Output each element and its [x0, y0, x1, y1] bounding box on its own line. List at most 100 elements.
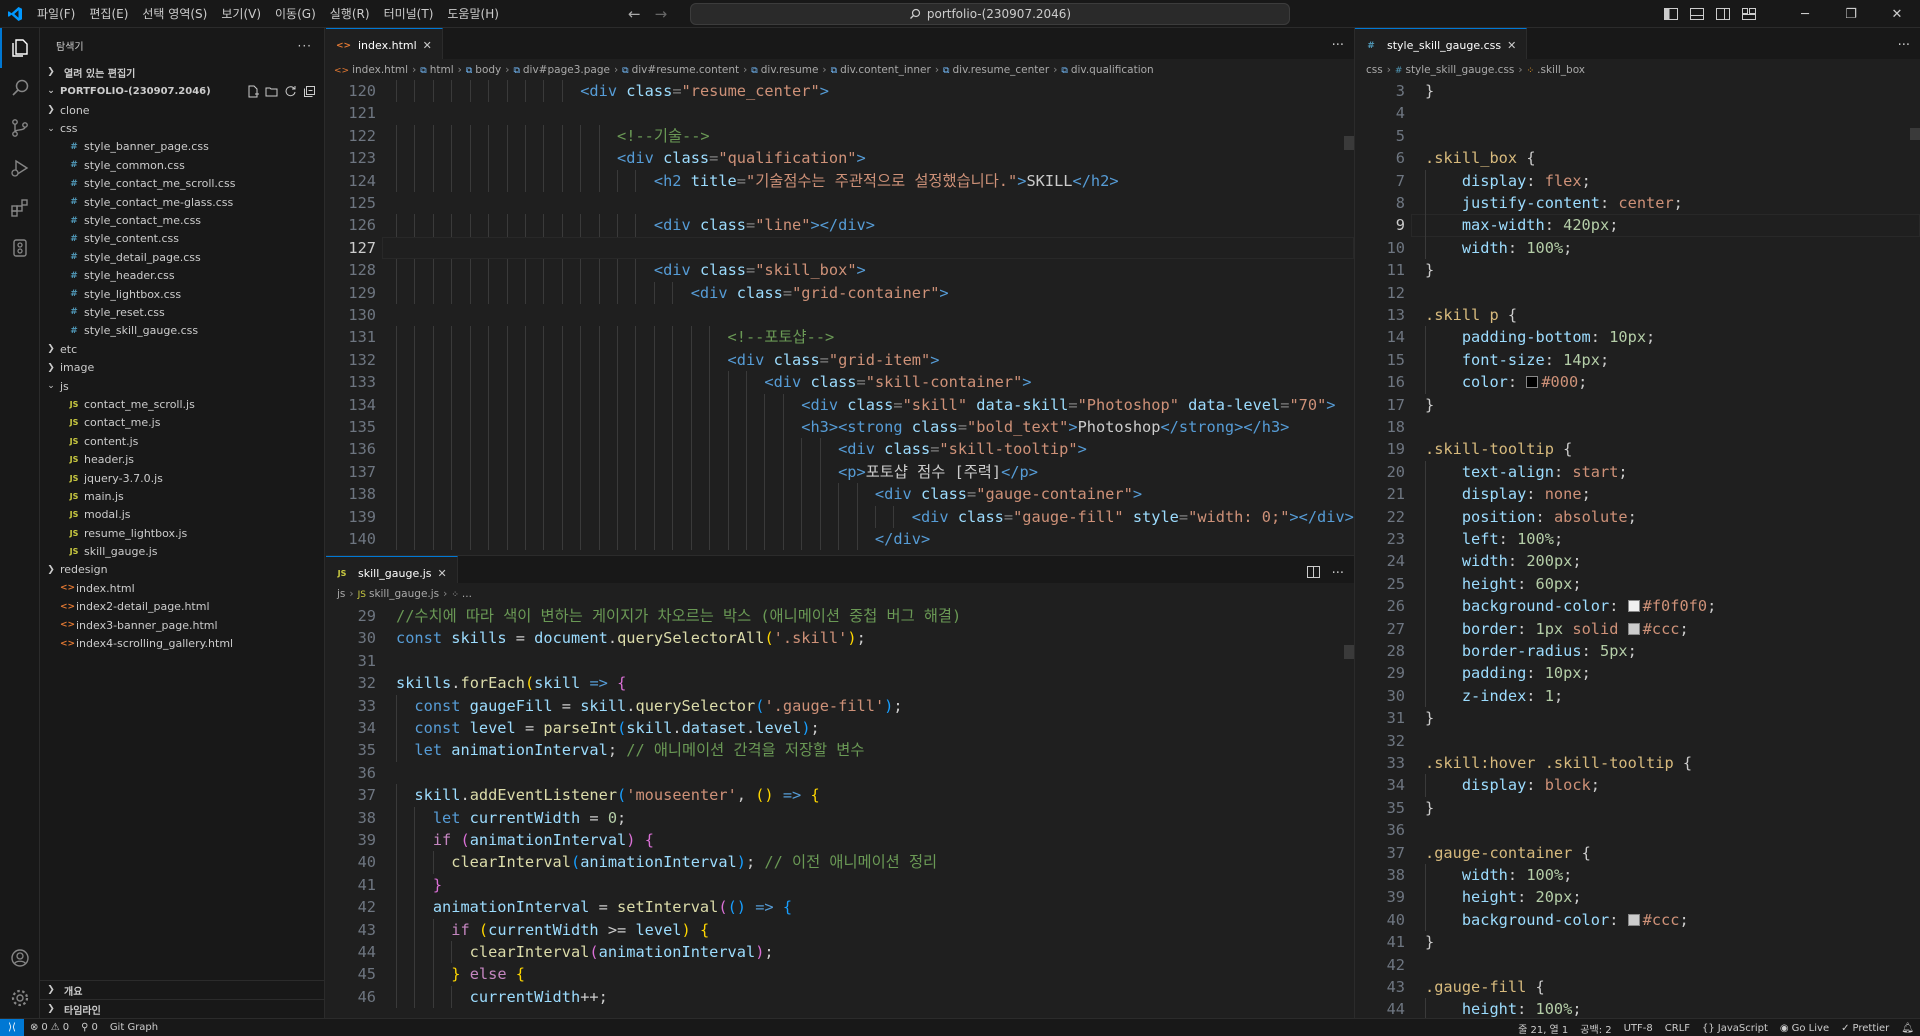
breadcrumb-item[interactable]: ⧉ div#resume.content	[622, 64, 739, 76]
file-item[interactable]: JS modal.js	[40, 506, 324, 524]
tab-style-skill-gauge-css[interactable]: # style_skill_gauge.css ✕	[1355, 28, 1528, 62]
file-item[interactable]: JS skill_gauge.js	[40, 542, 324, 560]
menu-item[interactable]: 이동(G)	[268, 0, 323, 28]
remote-indicator-icon[interactable]: ⟩⟨	[0, 1018, 24, 1036]
scrollbar-thumb[interactable]	[1344, 136, 1354, 150]
breadcrumb-item[interactable]: css	[1363, 64, 1383, 76]
folder-item[interactable]: ❯ etc	[40, 340, 324, 358]
breadcrumb-item[interactable]: ⁘ .skill_box	[1527, 64, 1585, 76]
search-icon[interactable]	[0, 68, 40, 108]
js-editor[interactable]: 29 //수치에 따라 색이 변하는 게이지가 차오르는 박스 (애니메이션 중첩…	[326, 605, 1354, 1018]
restore-icon[interactable]: ❐	[1828, 0, 1874, 28]
menu-item[interactable]: 파일(F)	[30, 0, 82, 28]
file-item[interactable]: JS resume_lightbox.js	[40, 524, 324, 542]
file-item[interactable]: # style_reset.css	[40, 303, 324, 321]
problems-indicator[interactable]: ⊗ 0 ⚠ 0	[24, 1022, 75, 1033]
file-item[interactable]: # style_header.css	[40, 267, 324, 285]
scrollbar-thumb[interactable]	[1910, 128, 1920, 140]
accounts-icon[interactable]	[0, 938, 40, 978]
close-icon[interactable]: ✕	[423, 39, 432, 52]
minimize-icon[interactable]: ─	[1782, 0, 1828, 28]
scrollbar-thumb[interactable]	[1344, 645, 1354, 659]
breadcrumb-item[interactable]: js	[334, 588, 345, 600]
go-live-button[interactable]: ◉ Go Live	[1774, 1023, 1835, 1034]
back-arrow-icon[interactable]: ←	[628, 5, 641, 23]
breadcrumb-item[interactable]: ⧉ div.resume_center	[943, 64, 1049, 76]
css-editor[interactable]: 3} 4 5 6 .skill_box {7 display: flex; 8 justify…	[1355, 80, 1920, 1018]
color-swatch[interactable]	[1627, 622, 1640, 635]
file-item[interactable]: # style_lightbox.css	[40, 285, 324, 303]
menu-item[interactable]: 터미널(T)	[377, 0, 441, 28]
indentation[interactable]: 공백: 2	[1574, 1021, 1617, 1036]
notifications-icon[interactable]: 🔔︎	[1895, 1023, 1920, 1034]
language-mode[interactable]: {} JavaScript	[1696, 1023, 1774, 1034]
gear-icon[interactable]	[0, 978, 40, 1018]
new-file-icon[interactable]	[246, 85, 259, 98]
close-icon[interactable]: ✕	[1507, 39, 1516, 52]
refresh-icon[interactable]	[284, 85, 297, 98]
html-editor[interactable]: 120 <div class="resume_center"> 121 122 <!--…	[326, 80, 1354, 555]
prettier-status[interactable]: ✓ Prettier	[1835, 1023, 1895, 1034]
close-window-icon[interactable]: ✕	[1874, 0, 1920, 28]
toggle-primary-sidebar-icon[interactable]	[1658, 0, 1684, 28]
folder-item[interactable]: ❯ image	[40, 358, 324, 376]
forward-arrow-icon[interactable]: →	[655, 5, 668, 23]
menu-item[interactable]: 도움말(H)	[440, 0, 506, 28]
file-item[interactable]: <> index.html	[40, 579, 324, 597]
file-item[interactable]: # style_contact_me-glass.css	[40, 193, 324, 211]
breadcrumb-item[interactable]: <> index.html	[334, 64, 408, 76]
file-item[interactable]: JS contact_me_scroll.js	[40, 395, 324, 413]
file-item[interactable]: # style_banner_page.css	[40, 138, 324, 156]
file-item[interactable]: # style_contact_me.css	[40, 211, 324, 229]
breadcrumb-item[interactable]: # style_skill_gauge.css	[1395, 64, 1514, 76]
ports-indicator[interactable]: ⚲ 0	[75, 1022, 104, 1033]
run-debug-icon[interactable]	[0, 148, 40, 188]
breadcrumb-item[interactable]: ⧉ div.resume	[751, 64, 818, 76]
more-actions-icon[interactable]: ···	[1898, 38, 1910, 53]
more-actions-icon[interactable]: ···	[298, 39, 312, 53]
folder-item[interactable]: ⌄ js	[40, 377, 324, 395]
breadcrumb-item[interactable]: ⧉ body	[466, 64, 501, 76]
file-item[interactable]: JS main.js	[40, 487, 324, 505]
file-item[interactable]: # style_common.css	[40, 156, 324, 174]
customize-layout-icon[interactable]	[1736, 0, 1762, 28]
remote-explorer-icon[interactable]	[0, 228, 40, 268]
folder-item[interactable]: ❯ redesign	[40, 561, 324, 579]
breadcrumb-item[interactable]: ⁘...	[451, 588, 472, 600]
menu-item[interactable]: 실행(R)	[323, 0, 377, 28]
color-swatch[interactable]	[1627, 600, 1640, 613]
timeline-section[interactable]: ❯ 타임라인	[40, 999, 325, 1018]
source-control-icon[interactable]	[0, 108, 40, 148]
toggle-panel-icon[interactable]	[1684, 0, 1710, 28]
encoding[interactable]: UTF-8	[1618, 1023, 1659, 1034]
tab-index-html[interactable]: <> index.html ✕	[326, 28, 443, 62]
end-of-line[interactable]: CRLF	[1659, 1023, 1696, 1034]
explorer-icon[interactable]	[0, 28, 40, 68]
command-center[interactable]: portfolio-(230907.2046)	[690, 3, 1290, 25]
collapse-all-icon[interactable]	[303, 85, 316, 98]
file-item[interactable]: JS jquery-3.7.0.js	[40, 469, 324, 487]
file-item[interactable]: # style_contact_me_scroll.css	[40, 175, 324, 193]
outline-section[interactable]: ❯ 개요	[40, 980, 325, 999]
more-actions-icon[interactable]: ···	[1332, 38, 1344, 53]
breadcrumb-item[interactable]: ⧉ html	[420, 64, 453, 76]
extensions-icon[interactable]	[0, 188, 40, 228]
git-graph-button[interactable]: Git Graph	[104, 1022, 164, 1033]
color-swatch[interactable]	[1526, 376, 1539, 389]
file-item[interactable]: # style_detail_page.css	[40, 248, 324, 266]
file-item[interactable]: JS header.js	[40, 450, 324, 468]
folder-item[interactable]: ⌄ css	[40, 119, 324, 137]
close-icon[interactable]: ✕	[438, 567, 447, 580]
menu-item[interactable]: 보기(V)	[214, 0, 268, 28]
file-item[interactable]: JS contact_me.js	[40, 414, 324, 432]
breadcrumb-item[interactable]: ⧉ div.qualification	[1061, 64, 1153, 76]
file-item[interactable]: <> index4-scrolling_gallery.html	[40, 634, 324, 652]
file-item[interactable]: <> index3-banner_page.html	[40, 616, 324, 634]
color-swatch[interactable]	[1627, 913, 1640, 926]
file-item[interactable]: # style_content.css	[40, 230, 324, 248]
toggle-secondary-sidebar-icon[interactable]	[1710, 0, 1736, 28]
more-actions-icon[interactable]: ···	[1332, 566, 1344, 581]
cursor-position[interactable]: 줄 21, 열 1	[1512, 1021, 1574, 1036]
menu-item[interactable]: 선택 영역(S)	[135, 0, 214, 28]
menu-item[interactable]: 편집(E)	[82, 0, 135, 28]
